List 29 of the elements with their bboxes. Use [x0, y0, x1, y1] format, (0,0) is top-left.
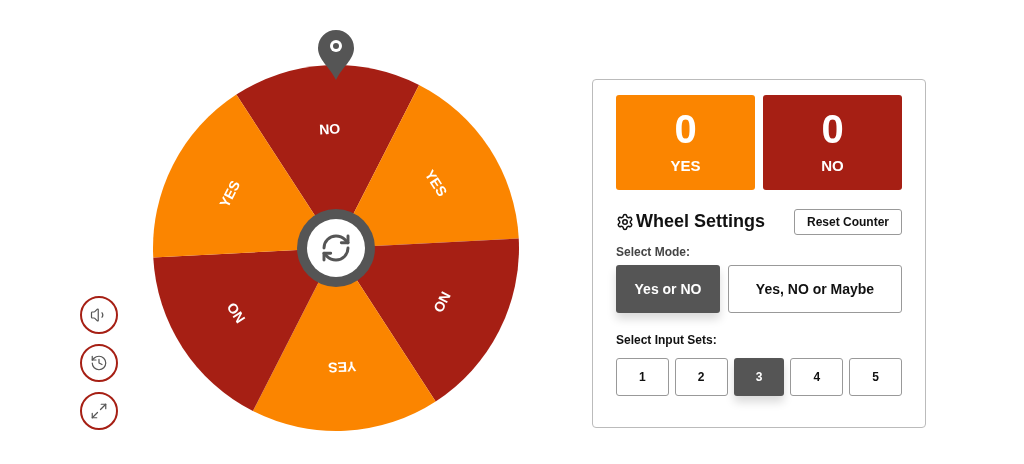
- history-button[interactable]: [80, 344, 118, 382]
- pointer-icon: [318, 30, 354, 80]
- input-set-option[interactable]: 4: [790, 358, 844, 396]
- settings-icon: [616, 212, 634, 231]
- segment-label: YES: [216, 177, 244, 210]
- expand-icon: [90, 402, 108, 420]
- spin-button[interactable]: [297, 209, 375, 287]
- segment-label: NO: [223, 299, 249, 327]
- segment-label: YES: [327, 358, 357, 376]
- segment-label: NO: [318, 120, 341, 138]
- input-set-option[interactable]: 1: [616, 358, 669, 396]
- counter-value: 0: [821, 107, 844, 152]
- counter-label: YES: [670, 156, 701, 177]
- input-set-option[interactable]: 2: [674, 358, 728, 396]
- mode-option[interactable]: Yes or NO: [616, 265, 720, 313]
- input-set-option[interactable]: 3: [733, 358, 785, 396]
- refresh-icon: [324, 236, 348, 260]
- input-sets-label: Select Input Sets:: [616, 332, 718, 349]
- reset-button[interactable]: Reset Counter: [794, 208, 902, 235]
- segment-label: NO: [430, 289, 455, 316]
- counter-label: NO: [821, 156, 844, 177]
- input-set-option[interactable]: 5: [849, 358, 902, 396]
- history-icon: [90, 354, 108, 372]
- settings-title: Wheel Settings: [636, 210, 765, 233]
- counter-value: 0: [674, 107, 697, 152]
- mode-label: Select Mode:: [616, 244, 691, 261]
- fullscreen-button[interactable]: [80, 392, 118, 430]
- mode-option[interactable]: Yes, NO or Maybe: [728, 265, 902, 313]
- sound-button[interactable]: [80, 296, 118, 334]
